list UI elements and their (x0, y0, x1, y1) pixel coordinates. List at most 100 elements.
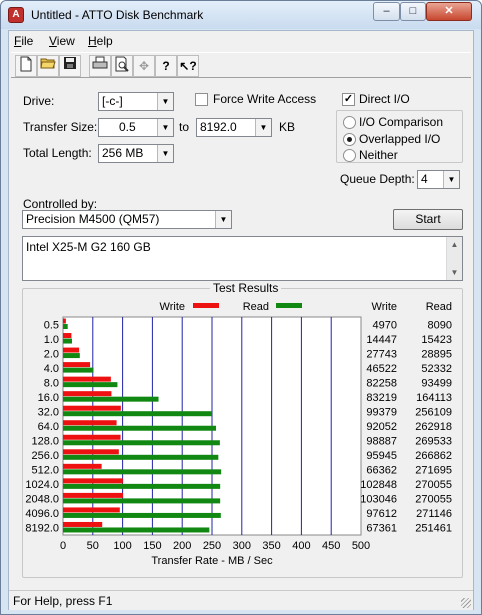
x-axis-label: Transfer Rate - MB / Sec (151, 555, 273, 567)
atto-app-icon[interactable]: A (8, 7, 24, 23)
save-icon[interactable] (59, 55, 81, 77)
read-bar (63, 454, 219, 460)
x-tick-label: 50 (87, 540, 99, 552)
chevron-down-icon[interactable]: ▼ (157, 93, 173, 110)
category-label: 64.0 (38, 421, 59, 433)
read-bar (63, 469, 222, 475)
drive-select[interactable]: [-c-] ▼ (98, 92, 174, 111)
io-comparison-label[interactable]: I/O Comparison (359, 115, 443, 129)
chevron-down-icon[interactable]: ▼ (157, 145, 173, 162)
total-length-label: Total Length: (23, 146, 92, 160)
print-icon[interactable] (89, 55, 111, 77)
move-icon[interactable]: ✥ (133, 55, 155, 77)
category-label: 128.0 (31, 436, 59, 448)
title-bar[interactable]: A Untitled - ATTO Disk Benchmark – □ ✕ (1, 1, 481, 29)
direct-io-checkbox[interactable]: ✓ (342, 93, 355, 106)
neither-radio[interactable] (343, 149, 356, 162)
write-value: 92052 (366, 421, 397, 433)
write-value: 97612 (366, 508, 397, 520)
menu-view[interactable]: View (49, 34, 75, 48)
read-bar (63, 396, 159, 402)
read-bar (63, 527, 210, 533)
window-title: Untitled - ATTO Disk Benchmark (31, 8, 204, 22)
category-label: 4.0 (44, 363, 59, 375)
read-value: 269533 (415, 436, 452, 448)
read-value: 28895 (421, 348, 452, 360)
print-preview-icon[interactable] (111, 55, 133, 77)
transfer-size-from-select[interactable]: 0.5 ▼ (98, 118, 174, 137)
drive-label: Drive: (23, 94, 55, 108)
write-value: 27743 (366, 348, 397, 360)
write-bar (63, 333, 72, 339)
queue-depth-select[interactable]: 4 ▼ (417, 170, 460, 189)
io-comparison-radio[interactable] (343, 116, 356, 129)
open-icon[interactable] (37, 55, 59, 77)
chevron-down-icon[interactable]: ▼ (255, 119, 271, 136)
write-value: 82258 (366, 377, 397, 389)
controlled-by-value: Precision M4500 (QM57) (26, 212, 160, 226)
x-tick-label: 350 (262, 540, 280, 552)
write-bar (63, 318, 66, 324)
menu-file[interactable]: File (14, 34, 33, 48)
menu-bar: File View Help (9, 31, 473, 51)
read-bar (63, 498, 221, 504)
write-value: 98887 (366, 436, 397, 448)
x-tick-label: 400 (292, 540, 310, 552)
menu-help[interactable]: Help (88, 34, 113, 48)
controlled-by-label: Controlled by: (23, 197, 98, 211)
x-tick-label: 100 (113, 540, 131, 552)
write-bar (63, 376, 111, 382)
x-tick-label: 500 (352, 540, 370, 552)
neither-label[interactable]: Neither (359, 148, 398, 162)
direct-io-label[interactable]: Direct I/O (359, 92, 410, 106)
read-bar (63, 425, 217, 431)
total-length-select[interactable]: 256 MB ▼ (98, 144, 174, 163)
start-button[interactable]: Start (393, 209, 463, 230)
transfer-size-to-select[interactable]: 8192.0 ▼ (196, 118, 272, 137)
write-bar (63, 521, 103, 527)
read-column-header: Read (426, 301, 452, 313)
results-chart: 0 50 100 150 200 250 300 350 400 450 500 Transfer R… (25, 301, 452, 567)
description-textarea[interactable]: Intel X25-M G2 160 GB ▲ ▼ (22, 236, 463, 281)
transfer-size-from-value: 0.5 (119, 120, 136, 134)
write-bar (63, 347, 80, 353)
overlapped-io-label[interactable]: Overlapped I/O (359, 132, 440, 146)
maximize-button[interactable]: □ (400, 2, 426, 21)
write-value: 95945 (366, 450, 397, 462)
transfer-size-to-value: 8192.0 (200, 120, 237, 134)
read-value: 164113 (416, 392, 452, 404)
description-scrollbar[interactable]: ▲ ▼ (446, 237, 462, 280)
force-write-label[interactable]: Force Write Access (213, 92, 316, 106)
scroll-up-icon[interactable]: ▲ (447, 237, 462, 252)
x-tick-label: 300 (233, 540, 251, 552)
chevron-down-icon[interactable]: ▼ (157, 119, 173, 136)
write-bar (63, 507, 120, 513)
scroll-down-icon[interactable]: ▼ (447, 265, 462, 280)
write-bar (63, 434, 121, 440)
read-bar (63, 512, 221, 518)
write-bar (63, 449, 119, 455)
write-value: 14447 (366, 334, 397, 346)
read-bar (63, 367, 94, 373)
help-icon[interactable]: ? (155, 55, 177, 77)
read-value: 262918 (415, 421, 452, 433)
chevron-down-icon[interactable]: ▼ (215, 211, 231, 228)
chevron-down-icon[interactable]: ▼ (443, 171, 459, 188)
read-value: 271695 (415, 465, 452, 477)
overlapped-io-radio[interactable] (343, 133, 356, 146)
category-label: 2048.0 (25, 494, 59, 506)
x-tick-label: 0 (60, 540, 66, 552)
force-write-checkbox[interactable] (195, 93, 208, 106)
new-icon[interactable] (15, 55, 37, 77)
controlled-by-select[interactable]: Precision M4500 (QM57) ▼ (22, 210, 232, 229)
legend-read-label: Read (243, 301, 269, 313)
context-help-icon[interactable]: ↖? (177, 55, 199, 77)
io-mode-group: I/O Comparison Overlapped I/O Neither (336, 110, 463, 163)
close-button[interactable]: ✕ (426, 2, 472, 21)
resize-grip-icon[interactable] (461, 598, 471, 608)
read-bar (63, 338, 72, 344)
read-value: 270055 (415, 479, 452, 491)
minimize-button[interactable]: – (373, 2, 400, 21)
description-text: Intel X25-M G2 160 GB (26, 240, 151, 254)
write-value: 67361 (366, 523, 397, 535)
